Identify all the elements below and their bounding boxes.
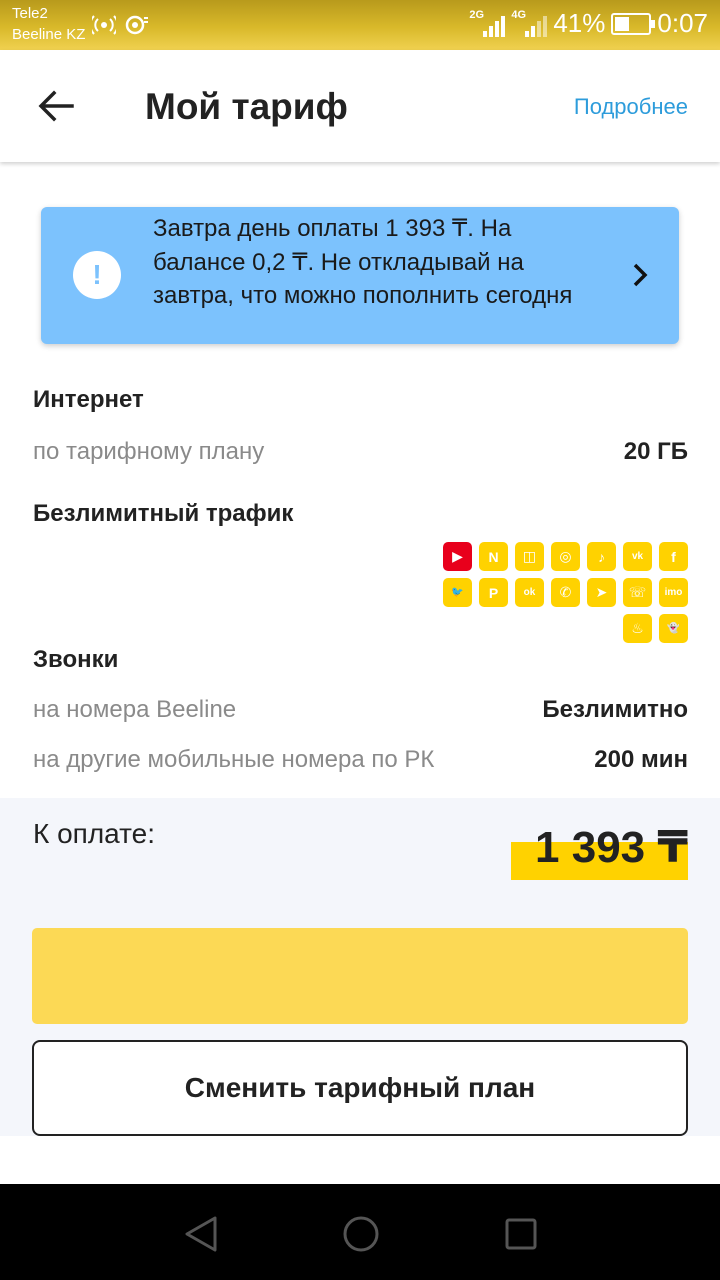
- status-bar: Tele2 Beeline KZ 2G 4G 41% 0:07: [0, 0, 720, 50]
- telegram-icon: ➤: [587, 578, 616, 607]
- twitter-icon: 🐦: [443, 578, 472, 607]
- internet-plan-label: по тарифному плану: [33, 438, 265, 465]
- nav-home-icon: [343, 1216, 379, 1252]
- reminder-text: Завтра день оплаты 1 393 ₸. На балансе 0…: [153, 215, 573, 309]
- signal-4g-icon: 4G: [511, 8, 548, 39]
- internet-title: Интернет: [33, 386, 144, 413]
- unlimited-apps: ▶ N ◫ ◎ ♪ vk f 🐦 Pok ✆ ➤ ☏ imo ♨ 👻: [412, 542, 688, 643]
- payment-section: К оплате: 1 393 ₸ Сменить тарифный план: [0, 798, 720, 1136]
- tiktok-icon: ♪: [587, 542, 616, 571]
- calls-title: Звонки: [33, 646, 119, 673]
- odnoklassniki-icon: ok: [515, 578, 544, 607]
- nav-back-button[interactable]: [181, 1214, 221, 1254]
- status-icons-left: [92, 14, 150, 36]
- instagram-icon: ◎: [551, 542, 580, 571]
- battery-icon: [611, 12, 656, 35]
- back-button[interactable]: [30, 83, 82, 129]
- chevron-right-icon: [633, 263, 648, 287]
- payment-amount-value: 1 393 ₸: [535, 823, 688, 872]
- unlimited-title: Безлимитный трафик: [33, 500, 294, 527]
- calls-beeline-value: Безлимитно: [542, 696, 688, 723]
- nav-home-button[interactable]: [341, 1214, 381, 1254]
- signal-2g-icon: 2G: [469, 8, 506, 39]
- vk-icon: vk: [623, 542, 652, 571]
- youtube-icon: ▶: [443, 542, 472, 571]
- status-icons-right: 2G 4G 41% 0:07: [469, 8, 708, 39]
- net-type-2: 4G: [511, 8, 527, 21]
- snapchat-icon: 👻: [659, 614, 688, 643]
- whatsapp-icon: ✆: [551, 578, 580, 607]
- details-link[interactable]: Подробнее: [574, 94, 688, 120]
- payment-amount: 1 393 ₸: [511, 822, 688, 880]
- app-header: Мой тариф Подробнее: [0, 50, 720, 162]
- nav-back-icon: [185, 1216, 217, 1252]
- calls-other-label: на другие мобильные номера по РК: [33, 746, 435, 773]
- nav-recents-button[interactable]: [501, 1214, 541, 1254]
- exclamation-icon: !: [73, 251, 121, 299]
- clock: 0:07: [657, 8, 708, 38]
- carrier-info: Tele2 Beeline KZ: [12, 3, 85, 45]
- sync-icon: [125, 15, 148, 35]
- net-type-1: 2G: [469, 8, 485, 21]
- twitch-icon: ◫: [515, 542, 544, 571]
- page-title: Мой тариф: [145, 86, 348, 127]
- arrow-left-icon: [38, 90, 74, 122]
- carrier-1: Tele2: [12, 5, 48, 22]
- hotspot-icon: [92, 15, 116, 35]
- viber-icon: ☏: [623, 578, 652, 607]
- payment-label: К оплате:: [33, 818, 155, 849]
- pinterest-icon: P: [479, 578, 508, 607]
- imo-icon: imo: [659, 578, 688, 607]
- nav-recents-icon: [505, 1218, 537, 1250]
- battery-percent: 41%: [553, 8, 606, 38]
- facebook-icon: f: [659, 542, 688, 571]
- news-icon: N: [479, 542, 508, 571]
- tinder-icon: ♨: [623, 614, 652, 643]
- system-nav-bar: [0, 1184, 720, 1280]
- carrier-2: Beeline KZ: [12, 26, 86, 43]
- internet-plan-value: 20 ГБ: [623, 438, 688, 465]
- calls-beeline-label: на номера Beeline: [33, 696, 237, 723]
- pay-button[interactable]: [32, 928, 688, 1024]
- calls-other-value: 200 мин: [594, 746, 688, 773]
- payment-reminder-card[interactable]: ! Завтра день оплаты 1 393 ₸. На балансе…: [41, 207, 679, 344]
- change-plan-button[interactable]: Сменить тарифный план: [32, 1040, 688, 1136]
